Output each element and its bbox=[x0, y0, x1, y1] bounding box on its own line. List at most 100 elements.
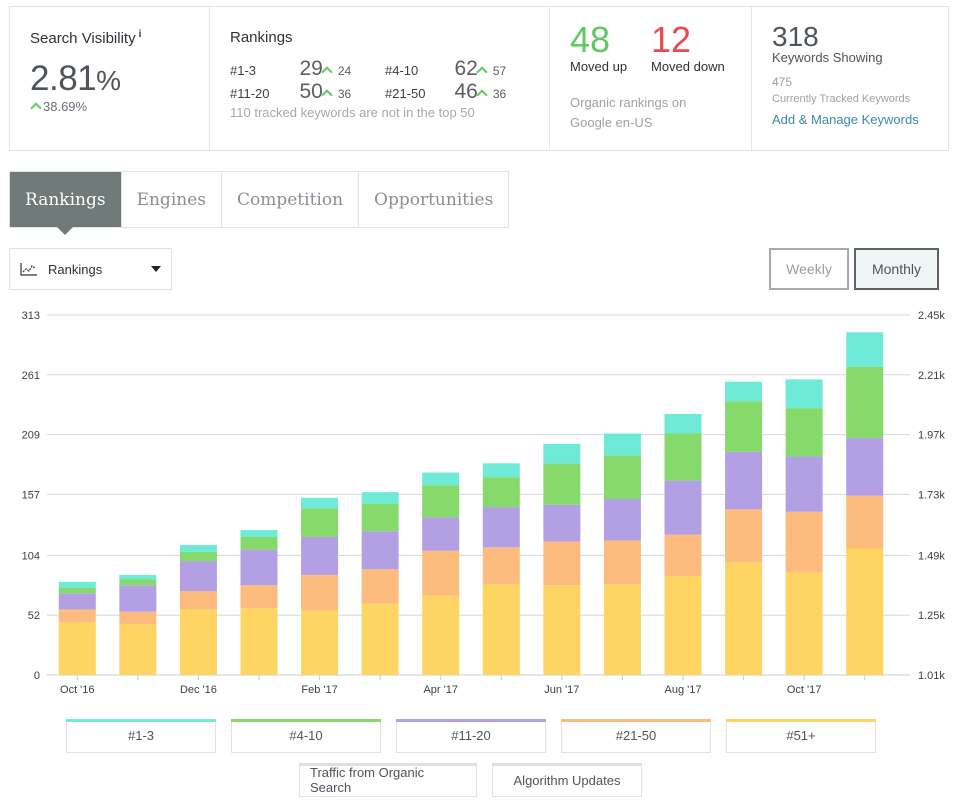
tab-competition[interactable]: Competition bbox=[222, 172, 360, 227]
movement-card: 48 12 Moved up Moved down Organic rankin… bbox=[550, 7, 752, 150]
bar-segment-4_10 bbox=[119, 579, 157, 586]
bar-segment-1_3 bbox=[846, 332, 884, 367]
legend-item-21-50[interactable]: #21-50 bbox=[561, 719, 711, 753]
moved-up-label: Moved up bbox=[570, 59, 628, 74]
bar-segment-4_10 bbox=[785, 408, 823, 457]
bar-segment-11_20 bbox=[725, 451, 763, 510]
bar-segment-21_50 bbox=[785, 511, 823, 573]
bar-segment-21_50 bbox=[240, 585, 278, 609]
bar-segment-11_20 bbox=[422, 517, 460, 551]
monthly-button[interactable]: Monthly bbox=[854, 248, 939, 290]
view-tabs: Rankings Engines Competition Opportuniti… bbox=[9, 171, 510, 235]
bar-segment-11_20 bbox=[664, 480, 702, 535]
bar-segment-1_3 bbox=[785, 379, 823, 409]
rankings-title: Rankings bbox=[230, 29, 293, 46]
line-chart-icon bbox=[20, 263, 37, 276]
y-tick-label: 0 bbox=[34, 670, 40, 682]
tab-opportunities[interactable]: Opportunities bbox=[359, 172, 508, 227]
bar-segment-4_10 bbox=[603, 455, 641, 500]
rankings-note: 110 tracked keywords are not in the top … bbox=[230, 105, 475, 120]
bar-segment-11_20 bbox=[58, 593, 96, 610]
bar-segment-11_20 bbox=[119, 585, 157, 612]
keywords-showing-label: Keywords Showing bbox=[772, 50, 883, 65]
bar-segment-11_20 bbox=[785, 456, 823, 512]
bar-segment-4_10 bbox=[58, 587, 96, 594]
bar-segment-11_20 bbox=[482, 507, 520, 548]
chart-legend: #1-3 #4-10 #11-20 #21-50 #51+ bbox=[66, 719, 876, 753]
legend-color-swatch bbox=[726, 719, 876, 722]
legend-item-51-plus[interactable]: #51+ bbox=[726, 719, 876, 753]
rankings-card: Rankings #1-3 29 24 #4-10 62 57 #11-20 5… bbox=[210, 7, 550, 150]
x-tick-label: Oct '16 bbox=[60, 684, 95, 696]
bar-segment-1_3 bbox=[664, 413, 702, 434]
info-icon[interactable]: i bbox=[139, 29, 142, 40]
bar-segment-51 bbox=[482, 584, 520, 675]
bar-segment-4_10 bbox=[725, 401, 763, 452]
bar-segment-1_3 bbox=[725, 381, 763, 402]
x-tick-label: Feb '17 bbox=[301, 684, 337, 696]
y2-tick-label: 2.21k bbox=[918, 370, 945, 382]
bar-segment-51 bbox=[58, 622, 96, 675]
x-tick-label: Oct '17 bbox=[787, 684, 822, 696]
tab-rankings[interactable]: Rankings bbox=[10, 172, 122, 235]
bar-segment-21_50 bbox=[179, 591, 217, 610]
bar-segment-11_20 bbox=[543, 504, 581, 542]
y-tick-label: 104 bbox=[22, 550, 40, 562]
legend-item-1-3[interactable]: #1-3 bbox=[66, 719, 216, 753]
moved-up-count: 48 bbox=[570, 19, 611, 60]
legend-color-swatch bbox=[561, 719, 711, 722]
legend-item-11-20[interactable]: #11-20 bbox=[396, 719, 546, 753]
bar-segment-21_50 bbox=[603, 540, 641, 585]
bar-segment-1_3 bbox=[543, 443, 581, 464]
bar-segment-51 bbox=[361, 603, 399, 675]
bar-segment-11_20 bbox=[361, 531, 399, 570]
legend-item-4-10[interactable]: #4-10 bbox=[231, 719, 381, 753]
bar-segment-51 bbox=[301, 610, 339, 675]
legend-algorithm-updates[interactable]: Algorithm Updates bbox=[492, 763, 642, 797]
metric-dropdown-value: Rankings bbox=[48, 261, 103, 277]
x-tick-label: Aug '17 bbox=[665, 684, 702, 696]
y-tick-label: 261 bbox=[22, 370, 40, 382]
bar-segment-51 bbox=[422, 595, 460, 675]
metric-dropdown[interactable]: Rankings bbox=[9, 248, 172, 290]
y2-tick-label: 1.25k bbox=[918, 610, 945, 622]
up-arrow-icon bbox=[321, 66, 334, 78]
legend-color-swatch bbox=[396, 719, 546, 722]
bar-segment-1_3 bbox=[58, 581, 96, 588]
moved-down-label: Moved down bbox=[651, 59, 725, 74]
up-arrow-icon bbox=[30, 102, 42, 114]
keywords-showing-count: 318 bbox=[772, 21, 819, 52]
bar-segment-4_10 bbox=[422, 485, 460, 518]
up-arrow-icon bbox=[476, 66, 489, 78]
keywords-card: 318 Keywords Showing 475 Currently Track… bbox=[752, 7, 948, 150]
y-tick-label: 157 bbox=[22, 489, 40, 501]
weekly-button[interactable]: Weekly bbox=[769, 248, 849, 290]
bar-segment-51 bbox=[603, 584, 641, 675]
search-visibility-value: 2.81% bbox=[30, 59, 121, 98]
bar-segment-21_50 bbox=[119, 611, 157, 625]
bar-segment-4_10 bbox=[482, 477, 520, 508]
tab-engines[interactable]: Engines bbox=[122, 172, 222, 227]
legend-color-swatch bbox=[66, 719, 216, 722]
bar-segment-21_50 bbox=[846, 495, 884, 549]
movement-note: Organic rankings on Google en-US bbox=[570, 95, 687, 130]
bar-segment-1_3 bbox=[179, 545, 217, 552]
bar-segment-51 bbox=[664, 576, 702, 675]
moved-down-count: 12 bbox=[651, 19, 692, 60]
bar-segment-21_50 bbox=[361, 569, 399, 604]
bar-segment-1_3 bbox=[482, 463, 520, 478]
rankings-row: #1-3 29 24 #4-10 62 57 bbox=[230, 57, 507, 80]
bar-segment-4_10 bbox=[846, 366, 884, 439]
bar-segment-4_10 bbox=[179, 551, 217, 562]
y-tick-label: 209 bbox=[22, 430, 40, 442]
bar-segment-21_50 bbox=[301, 574, 339, 611]
bar-segment-1_3 bbox=[301, 497, 339, 509]
x-tick-label: Jun '17 bbox=[544, 684, 579, 696]
bar-segment-4_10 bbox=[664, 433, 702, 481]
add-manage-keywords-link[interactable]: Add & Manage Keywords bbox=[772, 112, 919, 127]
rankings-row: #11-20 50 36 #21-50 46 36 bbox=[230, 80, 507, 103]
x-tick-label: Apr '17 bbox=[423, 684, 458, 696]
legend-color-swatch bbox=[231, 719, 381, 722]
bar-segment-11_20 bbox=[301, 536, 339, 575]
legend-traffic-organic-search[interactable]: Traffic from Organic Search bbox=[299, 763, 477, 797]
